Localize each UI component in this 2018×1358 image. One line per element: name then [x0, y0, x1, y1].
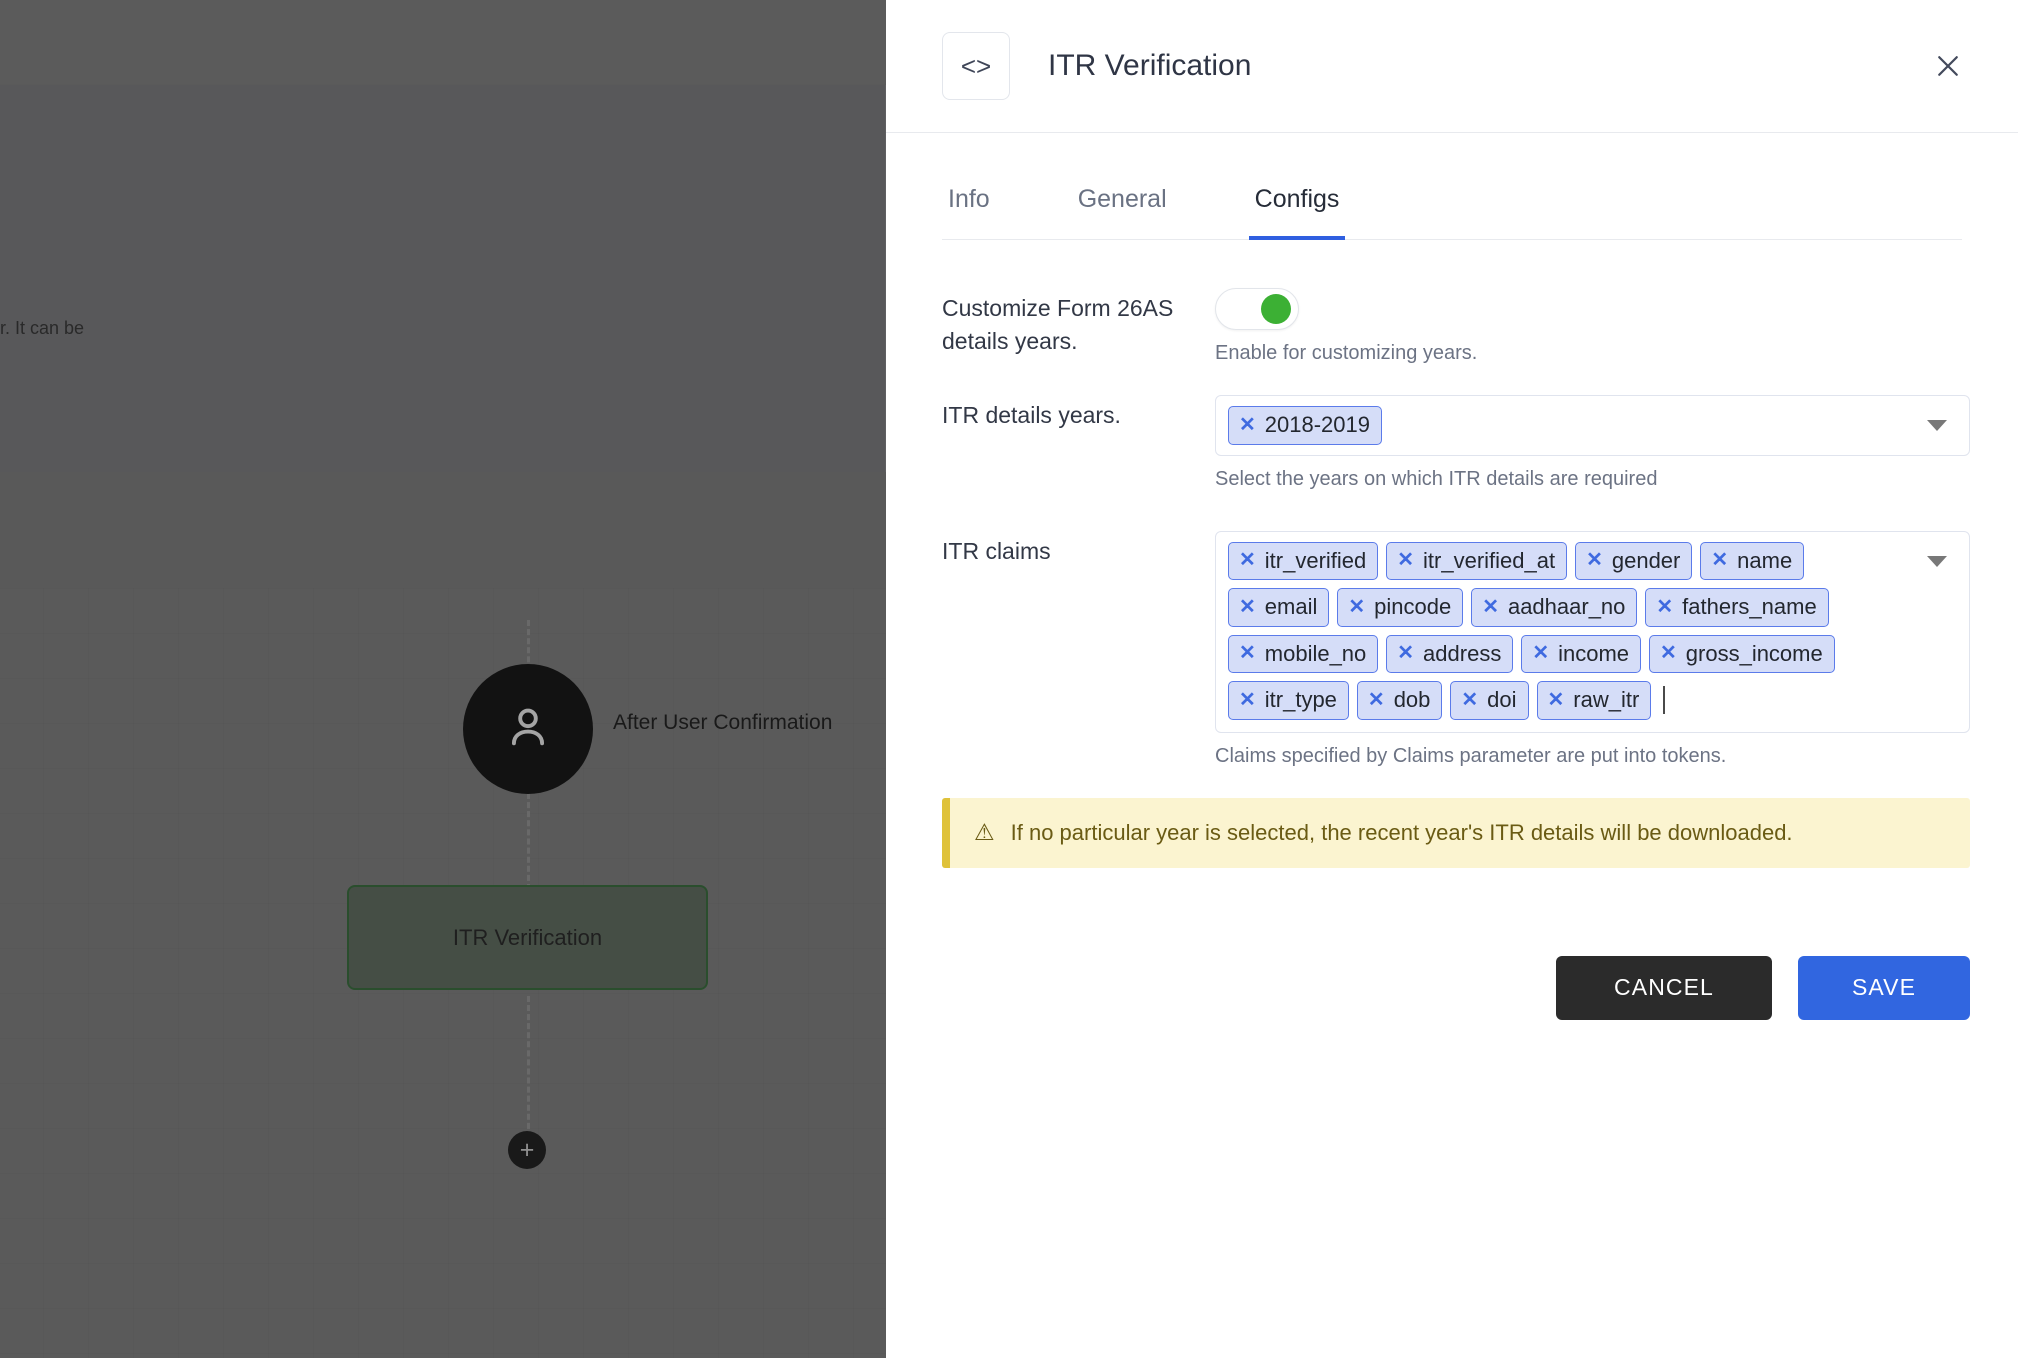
tab-general[interactable]: General [1072, 185, 1173, 240]
tab-info[interactable]: Info [942, 185, 996, 240]
chip[interactable]: ✕ gender [1575, 541, 1693, 580]
text-cursor [1663, 686, 1666, 715]
code-icon-glyph: <> [960, 50, 992, 81]
chip-remove-icon[interactable]: ✕ [1397, 550, 1414, 570]
tab-configs[interactable]: Configs [1248, 185, 1346, 240]
itr-claims-chips: ✕ itr_verified ✕ itr_verified_at ✕ gender ✕ nam… [1228, 541, 1913, 720]
chip-remove-icon[interactable]: ✕ [1532, 643, 1549, 663]
save-button[interactable]: SAVE [1798, 955, 1970, 1020]
chip-remove-icon[interactable]: ✕ [1239, 597, 1256, 617]
customize-form-label: Customize Form 26AS details years. [942, 295, 1174, 355]
cancel-button[interactable]: CANCEL [1556, 955, 1772, 1020]
chip-label: name [1737, 547, 1793, 573]
itr-details-years-row: ITR details years. ✕ 2018-2019 Select the… [942, 395, 1970, 491]
close-icon[interactable] [1926, 44, 1970, 88]
itr-claims-label: ITR claims [942, 537, 1051, 564]
drawer-body: Info General Configs Customize Form 26AS… [886, 133, 2018, 1358]
chip[interactable]: ✕ income [1521, 634, 1642, 673]
chip[interactable]: ✕ mobile_no [1228, 634, 1379, 673]
chip-remove-icon[interactable]: ✕ [1461, 690, 1478, 710]
warning-banner-text: If no particular year is selected, the r… [1010, 819, 1793, 845]
warning-triangle-icon: ⚠ [974, 819, 995, 845]
chip[interactable]: ✕ gross_income [1649, 634, 1835, 673]
chip-label: itr_type [1264, 687, 1337, 712]
chip-remove-icon[interactable]: ✕ [1397, 643, 1414, 663]
itr-claims-hint: Claims specified by Claims parameter are… [1215, 744, 1727, 767]
chip-label: doi [1487, 687, 1517, 712]
chip-label: itr_verified [1264, 547, 1367, 573]
chip[interactable]: ✕ aadhaar_no [1471, 588, 1638, 627]
chip[interactable]: ✕ raw_itr [1536, 681, 1652, 720]
chevron-down-icon[interactable] [1927, 420, 1947, 431]
chip-label: fathers_name [1682, 594, 1817, 619]
toggle-knob [1261, 294, 1291, 324]
itr-details-years-chips: ✕ 2018-2019 [1228, 406, 1913, 445]
chip-remove-icon[interactable]: ✕ [1239, 690, 1256, 710]
chip[interactable]: ✕ itr_verified [1228, 541, 1379, 580]
chip-remove-icon[interactable]: ✕ [1239, 415, 1256, 435]
chip[interactable]: ✕ 2018-2019 [1228, 406, 1382, 445]
chip-label: gross_income [1685, 640, 1823, 666]
chip-remove-icon[interactable]: ✕ [1548, 690, 1565, 710]
itr-claims-select[interactable]: ✕ itr_verified ✕ itr_verified_at ✕ gender ✕ nam… [1215, 530, 1970, 733]
chip-label: gender [1611, 547, 1681, 573]
chip-remove-icon[interactable]: ✕ [1239, 643, 1256, 663]
modal-dim-overlay[interactable] [0, 0, 886, 1358]
chip-remove-icon[interactable]: ✕ [1586, 550, 1603, 570]
chip-label: address [1423, 640, 1502, 666]
warning-banner: ⚠ If no particular year is selected, the… [942, 797, 1970, 868]
chip-label: itr_verified_at [1423, 547, 1556, 573]
code-icon: <> [942, 32, 1010, 100]
chip[interactable]: ✕ doi [1450, 681, 1529, 720]
chip[interactable]: ✕ pincode [1337, 588, 1464, 627]
chip-remove-icon[interactable]: ✕ [1368, 690, 1385, 710]
chip[interactable]: ✕ itr_type [1228, 681, 1349, 720]
chip-remove-icon[interactable]: ✕ [1239, 550, 1256, 570]
tab-bar: Info General Configs [942, 185, 1962, 240]
chip[interactable]: ✕ address [1386, 634, 1514, 673]
itr-details-years-hint: Select the years on which ITR details ar… [1215, 467, 1658, 490]
chip-remove-icon[interactable]: ✕ [1711, 550, 1728, 570]
chip[interactable]: ✕ fathers_name [1645, 588, 1829, 627]
itr-verification-drawer: <> ITR Verification Info General Configs… [886, 0, 2018, 1358]
chip-label: raw_itr [1573, 687, 1640, 712]
itr-details-years-select[interactable]: ✕ 2018-2019 [1215, 395, 1970, 456]
chip-label: pincode [1374, 594, 1452, 619]
chip-remove-icon[interactable]: ✕ [1656, 597, 1673, 617]
chip-remove-icon[interactable]: ✕ [1660, 643, 1677, 663]
customize-form-row: Customize Form 26AS details years. Enabl… [942, 288, 1970, 365]
page-title: ITR Verification [1048, 49, 1252, 82]
drawer-header: <> ITR Verification [886, 0, 2018, 133]
chip[interactable]: ✕ dob [1356, 681, 1443, 720]
chevron-down-icon[interactable] [1927, 555, 1947, 567]
chip[interactable]: ✕ email [1228, 588, 1330, 627]
chip-remove-icon[interactable]: ✕ [1348, 597, 1365, 617]
chip-label: mobile_no [1264, 640, 1367, 666]
itr-claims-row: ITR claims ✕ itr_verified ✕ itr_verified_at… [942, 530, 1970, 768]
customize-form-hint: Enable for customizing years. [1215, 342, 1478, 364]
chip-label: email [1264, 594, 1318, 619]
chip-label: income [1558, 640, 1630, 666]
chip-remove-icon[interactable]: ✕ [1482, 597, 1499, 617]
drawer-actions: CANCEL SAVE [942, 955, 1970, 1020]
chip[interactable]: ✕ name [1700, 541, 1805, 580]
chip-label: 2018-2019 [1264, 412, 1370, 437]
customize-form-toggle[interactable] [1215, 288, 1299, 330]
chip[interactable]: ✕ itr_verified_at [1386, 541, 1568, 580]
itr-details-years-label: ITR details years. [942, 402, 1121, 428]
chip-label: aadhaar_no [1507, 594, 1626, 619]
chip-label: dob [1393, 687, 1431, 712]
